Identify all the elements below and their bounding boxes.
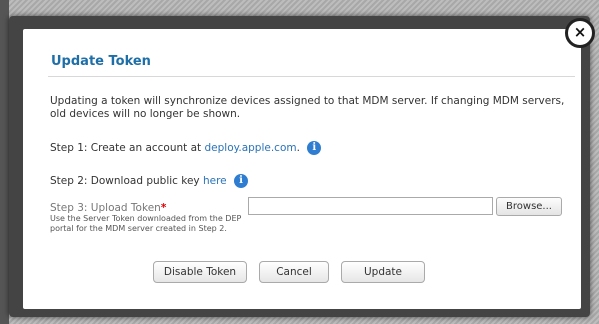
step-2-text: Step 2: Download public key (50, 175, 203, 187)
step-1-suffix: . (296, 142, 300, 154)
required-marker: * (160, 202, 167, 214)
dialog-description: Updating a token will synchronize device… (50, 95, 565, 120)
update-token-dialog: Update Token Updating a token will synch… (23, 29, 581, 309)
title-divider (48, 76, 575, 77)
step-3-helper-text: Use the Server Token downloaded from the… (50, 214, 242, 233)
close-icon[interactable]: × (565, 18, 595, 48)
deploy-apple-link[interactable]: deploy.apple.com (205, 142, 297, 154)
dialog-title: Update Token (51, 54, 151, 69)
token-file-input[interactable] (248, 197, 493, 215)
step-1: Step 1: Create an account at deploy.appl… (50, 141, 322, 155)
step-3-text: Step 3: Upload Token (50, 202, 161, 214)
info-icon[interactable]: i (234, 174, 248, 188)
info-icon[interactable]: i (307, 141, 322, 155)
step-3-label: Step 3: Upload Token* (50, 202, 166, 214)
step-1-text: Step 1: Create an account at (50, 142, 205, 154)
download-key-link[interactable]: here (203, 175, 227, 187)
cancel-button[interactable]: Cancel (259, 261, 329, 283)
step-2: Step 2: Download public key here i (50, 174, 248, 188)
background-edge (0, 0, 9, 324)
disable-token-button[interactable]: Disable Token (153, 261, 247, 283)
browse-button[interactable]: Browse... (496, 197, 562, 216)
update-button[interactable]: Update (341, 261, 425, 283)
modal-frame: Update Token Updating a token will synch… (9, 16, 590, 317)
